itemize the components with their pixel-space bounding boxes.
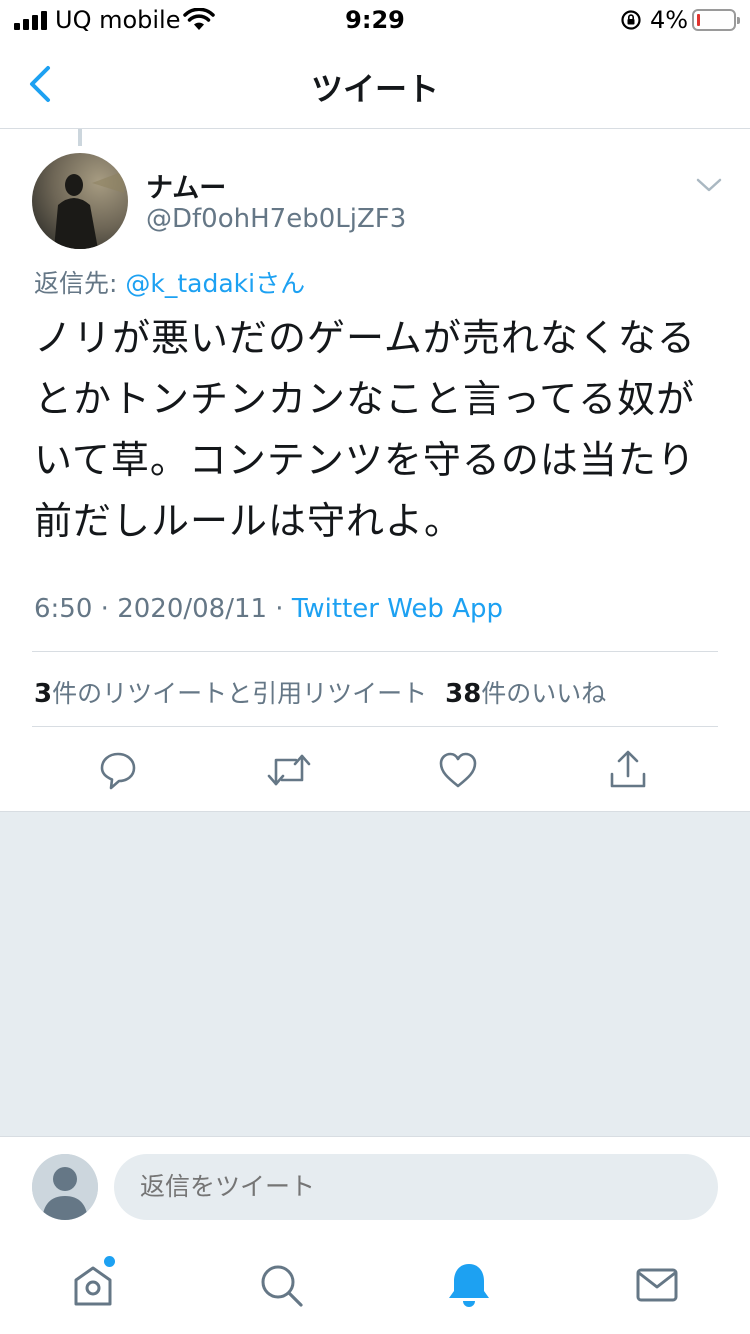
rotation-lock-icon [621,10,641,30]
display-name[interactable]: ナムー [146,166,226,205]
meta-separator: · [92,594,118,624]
search-icon[interactable] [256,1260,306,1310]
thread-line [78,129,82,146]
retweet-icon[interactable] [266,748,312,792]
like-icon[interactable] [438,748,478,792]
empty-replies-area [0,811,750,1137]
composer-avatar-icon [32,1154,98,1220]
reply-input[interactable] [114,1154,718,1220]
like-stat[interactable]: 38件のいいね [445,679,606,709]
divider [32,651,718,652]
user-handle[interactable]: @Df0ohH7eb0LjZF3 [146,204,406,234]
reply-to-line: 返信先: @k_tadakiさん [34,264,305,300]
retweet-label[interactable]: 件のリツイートと引用リツイート [52,679,427,708]
nav-header: ツイート [0,40,750,129]
battery-percent: 4% [650,6,689,34]
reply-mention[interactable]: @k_tadaki [125,269,255,298]
tweet-stats: 3件のリツイートと引用リツイート 38件のいいね [34,674,606,710]
tweet-actions [0,748,750,792]
source-app-link[interactable]: Twitter Web App [292,594,503,624]
share-icon[interactable] [608,748,648,792]
tweet-meta: 6:50 · 2020/08/11 · Twitter Web App [34,594,503,624]
chevron-down-icon[interactable] [694,172,724,198]
reply-icon[interactable] [98,748,138,792]
reply-to-label: 返信先: [34,269,126,298]
like-count[interactable]: 38 [445,679,481,709]
home-icon[interactable] [68,1260,118,1310]
retweet-stat[interactable]: 3件のリツイートと引用リツイート [34,679,427,709]
meta-separator-2: · [267,594,292,624]
home-notification-dot [104,1256,115,1267]
tweet-date: 2020/08/11 [117,594,268,624]
notifications-icon[interactable] [444,1260,494,1310]
page-title: ツイート [310,70,439,108]
messages-icon[interactable] [632,1260,682,1310]
user-avatar[interactable] [32,153,128,249]
divider [32,726,718,727]
reply-mention-link[interactable]: @k_tadakiさん [125,269,305,298]
status-bar: UQ mobile 9:29 4% [0,0,750,40]
retweet-count[interactable]: 3 [34,679,52,709]
tweet-time: 6:50 [34,594,93,624]
reply-mention-suffix[interactable]: さん [255,269,305,298]
battery-icon [692,9,740,31]
like-label[interactable]: 件のいいね [481,679,606,708]
tweet-text: ノリが悪いだのゲームが売れなくなるとかトンチンカンなこと言ってる奴がいて草。コン… [34,316,696,543]
